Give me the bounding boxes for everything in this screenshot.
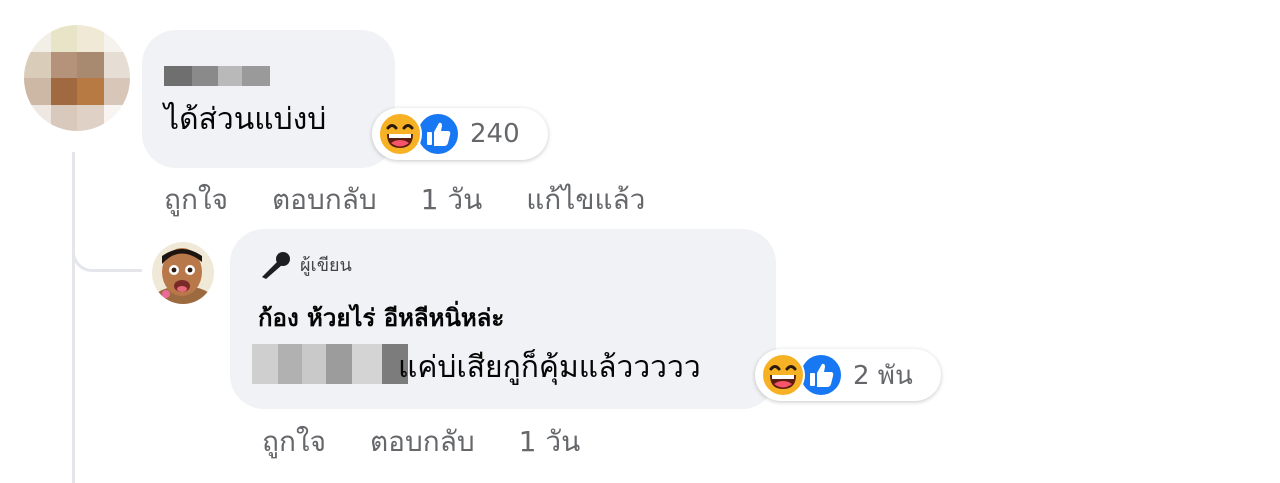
- reply-text: แค่บ่เสียกูก็คุ้มแล้ววววว: [398, 350, 701, 385]
- comment-text: ได้ส่วนแบ่งบ่: [164, 102, 327, 137]
- reply-timestamp[interactable]: 1 วัน: [519, 420, 581, 464]
- mention-redacted[interactable]: [252, 344, 408, 384]
- commenter-avatar[interactable]: [24, 25, 130, 131]
- reply-reaction-summary[interactable]: 2 พัน: [755, 349, 941, 401]
- author-badge-label: ผู้เขียน: [300, 255, 352, 276]
- thread-connector: [72, 230, 142, 272]
- like-icon: [416, 112, 460, 156]
- comment-actions: ถูกใจ ตอบกลับ 1 วัน แก้ไขแล้ว: [164, 178, 645, 222]
- haha-icon: [761, 353, 805, 397]
- comment-timestamp[interactable]: 1 วัน: [421, 178, 483, 222]
- reply-action[interactable]: ตอบกลับ: [370, 420, 475, 464]
- reaction-count: 240: [470, 119, 520, 149]
- thread-line: [72, 152, 75, 483]
- author-badge: ผู้เขียน: [260, 250, 352, 279]
- reply-action[interactable]: ตอบกลับ: [272, 178, 377, 222]
- commenter-name-redacted[interactable]: [164, 66, 270, 86]
- like-icon: [799, 353, 843, 397]
- haha-icon: [378, 112, 422, 156]
- like-action[interactable]: ถูกใจ: [164, 178, 228, 222]
- like-action[interactable]: ถูกใจ: [262, 420, 326, 464]
- reply-actions: ถูกใจ ตอบกลับ 1 วัน: [262, 420, 580, 464]
- comment-bubble: [142, 30, 395, 168]
- microphone-icon: [262, 251, 290, 279]
- edited-label[interactable]: แก้ไขแล้ว: [526, 178, 645, 222]
- reaction-summary[interactable]: 240: [372, 108, 548, 160]
- reaction-count: 2 พัน: [853, 360, 913, 391]
- author-name[interactable]: ก้อง ห้วยไร่ อีหลีหนิ่หล่ะ: [258, 298, 504, 337]
- author-avatar[interactable]: [152, 242, 214, 304]
